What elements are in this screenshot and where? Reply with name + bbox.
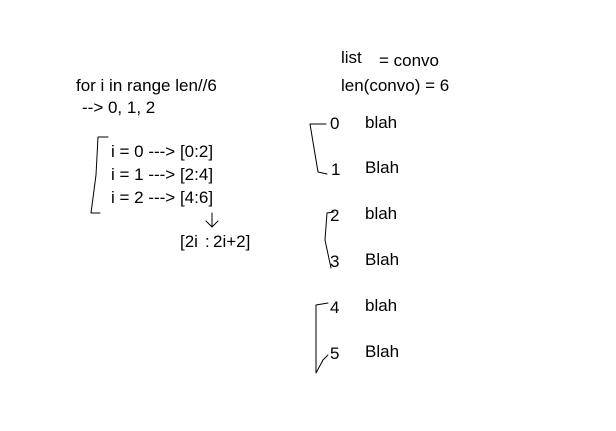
item-index-2: 2: [330, 206, 340, 225]
item-index-0: 0: [330, 114, 340, 133]
item-index-4: 4: [330, 298, 340, 317]
item-text-5: Blah: [365, 342, 400, 361]
group-bracket-0-1: [309, 123, 328, 175]
list-assign: = convo: [379, 51, 440, 70]
item-text-1: Blah: [365, 158, 400, 177]
formula-right: 2i+2]: [213, 232, 251, 251]
left-bracket: [90, 136, 109, 214]
mapping-line-0: i = 0 ---> [0:2]: [111, 142, 214, 161]
item-text-0: blah: [365, 113, 398, 132]
item-text-3: Blah: [365, 250, 400, 269]
len-expression: len(convo) = 6: [341, 76, 450, 95]
item-index-5: 5: [330, 344, 340, 363]
group-bracket-4-5: [315, 302, 329, 374]
loop-values-text: --> 0, 1, 2: [82, 98, 156, 117]
formula-left: [2i: [180, 232, 198, 251]
formula-colon: :: [205, 232, 210, 251]
mapping-line-2: i = 2 ---> [4:6]: [111, 188, 214, 207]
item-text-4: blah: [365, 296, 398, 315]
down-arrow-icon: [205, 212, 219, 228]
mapping-line-1: i = 1 ---> [2:4]: [111, 165, 214, 184]
item-index-3: 3: [330, 252, 340, 271]
list-label: list: [341, 48, 362, 67]
item-index-1: 1: [331, 160, 341, 179]
hand-drawn-strokes: [90, 123, 335, 374]
item-text-2: blah: [365, 204, 398, 223]
loop-header-text: for i in range len//6: [76, 76, 217, 95]
drawing-canvas: for i in range len//6 --> 0, 1, 2 i = 0 …: [0, 0, 616, 431]
